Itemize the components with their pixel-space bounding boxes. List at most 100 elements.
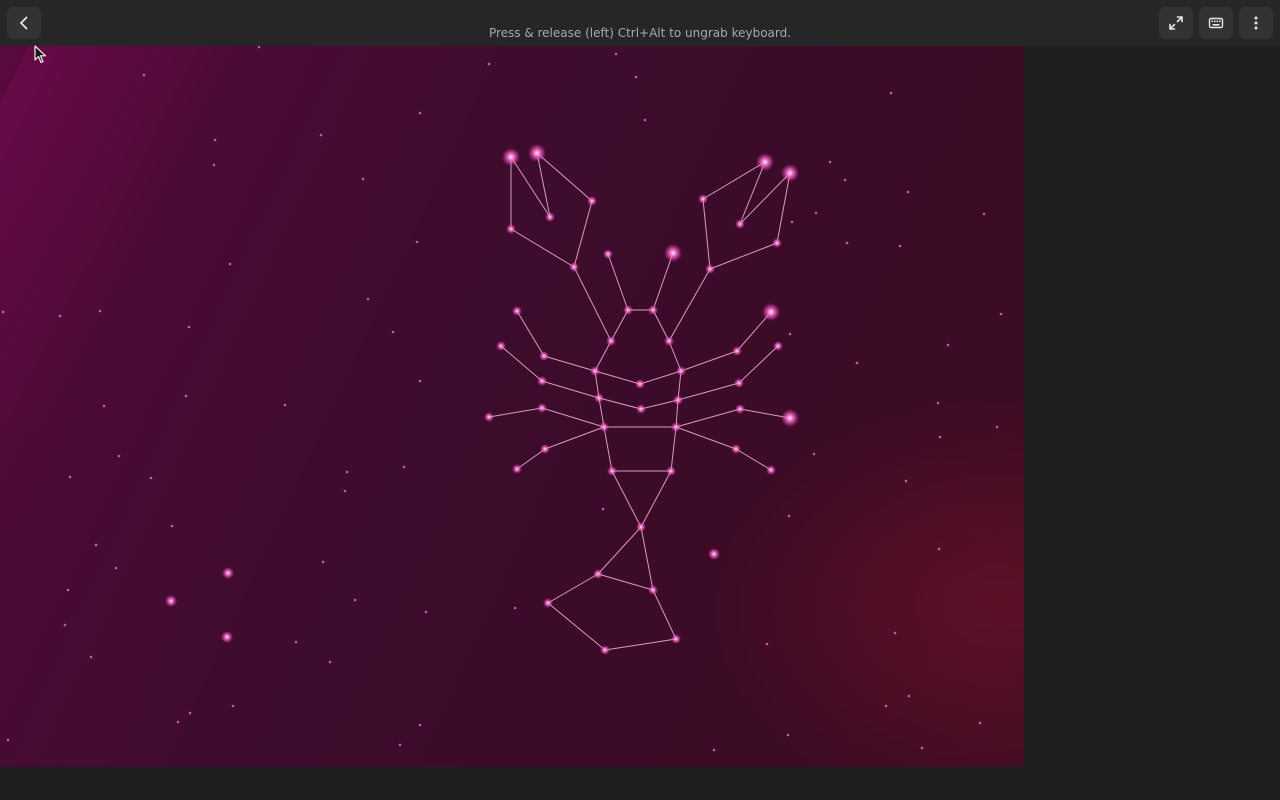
constellation-line bbox=[604, 638, 677, 651]
background-star bbox=[513, 606, 517, 610]
constellation-star bbox=[671, 422, 681, 432]
constellation-lines bbox=[488, 152, 791, 651]
background-star bbox=[938, 435, 942, 439]
constellation-star bbox=[772, 238, 782, 248]
background-star bbox=[294, 640, 298, 644]
constellation-star bbox=[506, 224, 516, 234]
constellation-star bbox=[484, 412, 494, 422]
background-star bbox=[328, 660, 332, 664]
background-star bbox=[893, 631, 897, 635]
constellation-wallpaper bbox=[1, 46, 1003, 752]
constellation-star bbox=[590, 366, 600, 376]
background-star bbox=[212, 163, 216, 167]
constellation-star bbox=[502, 148, 520, 166]
constellation-line bbox=[541, 380, 600, 399]
window-bottom-strip bbox=[0, 767, 1280, 800]
background-star bbox=[366, 297, 370, 301]
constellation-line bbox=[709, 242, 778, 270]
vm-display[interactable] bbox=[0, 46, 1024, 767]
constellation-line bbox=[547, 573, 599, 604]
background-star bbox=[102, 404, 106, 408]
constellation-star bbox=[512, 306, 522, 316]
chevron-left-icon bbox=[20, 16, 28, 30]
background-star bbox=[188, 711, 192, 715]
constellation-line bbox=[516, 448, 546, 470]
constellation-star bbox=[528, 144, 546, 162]
background-stars bbox=[1, 46, 1003, 752]
background-star bbox=[213, 138, 217, 142]
constellation-line bbox=[677, 382, 740, 401]
background-star bbox=[66, 588, 70, 592]
constellation-line bbox=[547, 602, 606, 651]
constellation-star bbox=[606, 336, 616, 346]
constellation-line bbox=[573, 266, 612, 342]
keyboard-button[interactable] bbox=[1199, 7, 1233, 39]
constellation-line bbox=[680, 350, 738, 372]
background-star bbox=[787, 514, 791, 518]
constellation-star bbox=[594, 393, 604, 403]
background-star bbox=[828, 160, 832, 164]
background-star bbox=[907, 694, 911, 698]
constellation-line bbox=[652, 589, 677, 640]
constellation-star bbox=[756, 153, 774, 171]
background-star bbox=[982, 212, 986, 216]
constellation-line bbox=[573, 200, 593, 268]
background-star bbox=[855, 361, 859, 365]
constellation-star bbox=[671, 634, 681, 644]
main-menu-button[interactable] bbox=[1239, 7, 1273, 39]
background-star bbox=[345, 470, 349, 474]
background-star bbox=[402, 465, 406, 469]
constellation-line bbox=[597, 526, 642, 575]
constellation-line bbox=[610, 309, 629, 342]
background-star bbox=[712, 748, 716, 752]
constellation-line bbox=[640, 399, 679, 410]
constellation-line bbox=[668, 268, 711, 342]
constellation-line bbox=[516, 310, 545, 357]
background-star bbox=[170, 524, 174, 528]
background-star bbox=[904, 479, 908, 483]
background-star bbox=[228, 262, 232, 266]
constellation-line bbox=[611, 470, 642, 528]
constellation-star bbox=[666, 466, 676, 476]
constellation-star bbox=[623, 305, 633, 315]
remote-viewer-window: Press & release (left) Ctrl+Alt to ungra… bbox=[0, 0, 1280, 800]
constellation-line bbox=[640, 526, 654, 591]
back-button[interactable] bbox=[7, 7, 41, 39]
background-star bbox=[361, 177, 365, 181]
constellation-star bbox=[545, 212, 555, 222]
constellation-star bbox=[512, 464, 522, 474]
background-star bbox=[999, 312, 1003, 316]
constellation-star bbox=[537, 403, 547, 413]
constellation-line bbox=[488, 407, 543, 418]
background-star bbox=[898, 244, 902, 248]
background-star bbox=[58, 314, 62, 318]
constellation-star bbox=[781, 409, 799, 427]
background-star bbox=[343, 489, 347, 493]
background-star bbox=[812, 452, 816, 456]
background-star bbox=[843, 178, 847, 182]
background-star bbox=[634, 75, 638, 79]
background-star bbox=[790, 220, 794, 224]
constellation-star bbox=[603, 249, 613, 259]
background-star bbox=[117, 454, 121, 458]
constellation-line bbox=[675, 426, 737, 450]
constellation-line bbox=[702, 198, 711, 270]
bright-star bbox=[708, 548, 720, 560]
background-star bbox=[68, 475, 72, 479]
constellation-star bbox=[496, 341, 506, 351]
background-star bbox=[114, 566, 118, 570]
constellation-star bbox=[664, 336, 674, 346]
constellation-line bbox=[544, 426, 605, 450]
background-star bbox=[142, 73, 146, 77]
background-star bbox=[418, 379, 422, 383]
constellation-star bbox=[762, 303, 780, 321]
constellation-star bbox=[773, 341, 783, 351]
fullscreen-icon bbox=[1169, 16, 1183, 30]
constellation-star bbox=[673, 395, 683, 405]
constellation-line bbox=[500, 345, 543, 382]
background-star bbox=[1, 310, 5, 314]
fullscreen-button[interactable] bbox=[1159, 7, 1193, 39]
constellation-line bbox=[598, 397, 642, 410]
background-star bbox=[614, 52, 618, 56]
background-star bbox=[187, 325, 191, 329]
